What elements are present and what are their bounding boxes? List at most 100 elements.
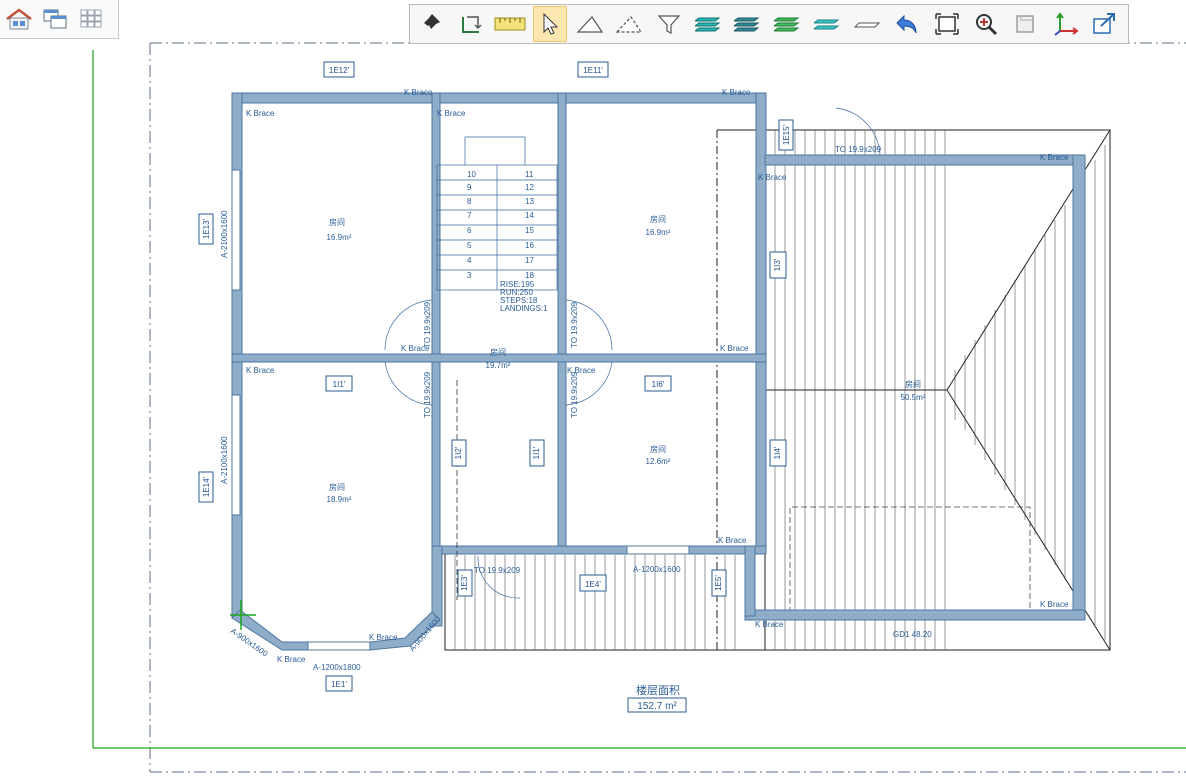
stair-step-number: 4: [467, 256, 472, 265]
select-button[interactable]: [533, 6, 567, 42]
room-name: 房间: [650, 214, 666, 224]
export-button[interactable]: [1088, 6, 1122, 42]
axes-button[interactable]: [1049, 6, 1083, 42]
brace-label: K Brace: [1040, 153, 1069, 162]
dimension-tag: 1E3': [457, 569, 473, 597]
svg-text:1I6': 1I6': [652, 380, 665, 389]
zoom-in-icon: [976, 14, 998, 36]
stair-step-number: 9: [467, 183, 472, 192]
layers-green-icon: [773, 17, 800, 32]
stair-step-number: 6: [467, 226, 472, 235]
window-label: A-1200x1800: [313, 663, 361, 672]
export-icon: [1093, 13, 1116, 34]
svg-text:1E1': 1E1': [331, 680, 347, 689]
dashed-triangle-button[interactable]: [612, 6, 646, 42]
svg-text:1I3': 1I3': [773, 258, 782, 271]
room-name: 房间: [329, 482, 345, 492]
fit-view-button[interactable]: [930, 6, 964, 42]
filter-button[interactable]: [652, 6, 686, 42]
drawing-canvas[interactable]: 1E12' 1E11' 1E13' 1E14' 1I1' 1I6' 1E1' 1…: [0, 0, 1186, 781]
rotate-corner-icon: [461, 16, 482, 33]
svg-text:1I1': 1I1': [333, 380, 346, 389]
dimension-tag: 1E11': [577, 61, 609, 78]
brace-label: K Brace: [718, 536, 747, 545]
box-icon: [1016, 15, 1034, 33]
rotate-corner-button[interactable]: [454, 6, 488, 42]
stair-step-number: 16: [525, 241, 534, 250]
svg-text:1E11': 1E11': [583, 66, 603, 75]
stair: [436, 136, 558, 291]
dimension-tag: 1I2': [451, 439, 467, 467]
layers-dark-button[interactable]: [731, 6, 765, 42]
dimension-tag: 1E4': [579, 574, 607, 592]
layers-all-button[interactable]: [692, 6, 726, 42]
svg-text:1E13': 1E13': [202, 218, 211, 239]
ruler-icon: [494, 17, 526, 31]
axes-icon: [1053, 12, 1079, 36]
svg-text:1E15': 1E15': [782, 124, 791, 145]
stair-step-number: 8: [467, 197, 472, 206]
door-label: TO 19.9x209: [570, 371, 579, 418]
door-label: TO 19.9x209: [423, 371, 432, 418]
brace-label: K Brace: [404, 88, 433, 97]
window-labels: A-2100x1600 A-2100x1600 A-1200x1600 A-12…: [220, 169, 690, 672]
door-label: TO 19.9x209: [835, 145, 882, 154]
brace-label: K Brace: [246, 109, 275, 118]
svg-text:1I1': 1I1': [532, 446, 541, 459]
svg-text:1I4': 1I4': [773, 446, 782, 459]
stair-step-number: 13: [525, 197, 534, 206]
stair-landings: LANDINGS:1: [500, 304, 548, 313]
fit-frame-icon: [934, 13, 959, 35]
room-area: 16.9m²: [327, 233, 352, 242]
room-area: 50.5m²: [901, 393, 926, 402]
plane-button[interactable]: [850, 6, 884, 42]
pointer-icon: [543, 12, 559, 35]
dimension-tag: 1I6': [644, 375, 672, 392]
svg-text:1E5': 1E5': [714, 575, 723, 591]
triangle-button[interactable]: [573, 6, 607, 42]
stair-step-number: 11: [525, 170, 534, 179]
dimension-tag: 1E1': [325, 675, 353, 692]
box-button[interactable]: [1009, 6, 1043, 42]
room-area: 12.6m²: [646, 457, 671, 466]
svg-text:1E12': 1E12': [329, 66, 350, 75]
floor-area-title: 楼层面积: [636, 683, 680, 697]
window-label: A-2100x1600: [220, 436, 229, 484]
stair-step-number: 7: [467, 211, 472, 220]
stair-step-number: 3: [467, 271, 472, 280]
brace-label: K Brace: [720, 344, 749, 353]
window-label: A-1200x1600: [633, 565, 681, 574]
stair-step-number: 18: [525, 271, 534, 280]
undo-button[interactable]: [890, 6, 924, 42]
floor-area-value: 152.7 m²: [637, 701, 677, 712]
dimension-tag: 1I4': [769, 439, 787, 467]
brace-label: K Brace: [755, 620, 784, 629]
svg-text:1E14': 1E14': [202, 476, 211, 497]
ruler-button[interactable]: [493, 6, 527, 42]
brace-label: K Brace: [758, 173, 787, 182]
dimension-tag: 1E12': [323, 61, 355, 78]
svg-text:1E3': 1E3': [460, 575, 469, 591]
plane-icon: [854, 22, 881, 28]
dimension-tags: 1E12' 1E11' 1E13' 1E14' 1I1' 1I6' 1E1' 1…: [198, 61, 794, 692]
filter-icon: [657, 15, 681, 34]
zoom-in-button[interactable]: [969, 6, 1003, 42]
dimension-tag: 1E14': [198, 471, 214, 503]
layers-cyan-icon: [694, 17, 721, 32]
door-label: TO 19.9x209: [423, 301, 432, 348]
stair-step-number: 12: [525, 183, 534, 192]
stair-labels: RISE:195 RUN:250 STEPS:18 LANDINGS:1 10 …: [467, 170, 548, 313]
pin-icon: [421, 14, 440, 33]
layers-green-button[interactable]: [771, 6, 805, 42]
layers-light-button[interactable]: [811, 6, 845, 42]
stair-step-number: 15: [525, 226, 534, 235]
dimension-tag: 1I3': [769, 251, 787, 279]
brace-label: K Brace: [1040, 600, 1069, 609]
pin-button[interactable]: [414, 6, 448, 42]
stair-step-number: 10: [467, 170, 476, 179]
main-toolbar: [409, 4, 1129, 44]
brace-label: K Brace: [369, 633, 398, 642]
stair-step-number: 14: [525, 211, 534, 220]
door-label: GD1 48.20: [893, 630, 932, 639]
stair-step-number: 17: [525, 256, 534, 265]
